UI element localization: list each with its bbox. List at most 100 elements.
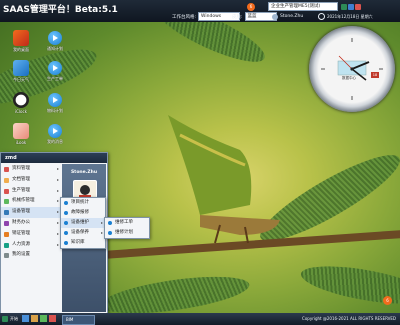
desktop-icon-material-plan[interactable]: 物料计划 xyxy=(40,92,70,114)
alarm-clock-icon xyxy=(13,92,29,108)
menu-item-label: 机械作管理 xyxy=(12,198,35,204)
menu-item-sales-management[interactable]: 销证管理 ▸ xyxy=(1,229,61,240)
desktop-icon-work-order[interactable]: 生产工单 xyxy=(40,60,70,82)
bullet-icon xyxy=(108,231,112,235)
theme-group: 皮肤: 蓝蓝 xyxy=(232,12,277,21)
wallpaper-insect xyxy=(168,115,280,244)
submenu-item-equipment-upkeep[interactable]: 设备保养 ▸ xyxy=(61,228,105,238)
start-menu-user: zmd xyxy=(1,153,107,163)
taskbar-window-label: BIM xyxy=(66,317,74,322)
sales-icon xyxy=(4,231,9,237)
bullet-icon xyxy=(108,221,112,225)
menu-item-my-settings[interactable]: 我的设置 xyxy=(1,250,61,261)
bullet-icon xyxy=(64,241,68,245)
top-bar: SAAS管理平台！Beta:5.1 工作台风格: Windows 皮肤: 蓝蓝 … xyxy=(0,0,400,22)
system-select[interactable]: 企业生产管理ME5(测试) xyxy=(268,2,338,11)
menu-item-label: 资料管理 xyxy=(12,166,30,171)
theme-label: 皮肤: xyxy=(232,14,243,20)
play-circle-icon xyxy=(48,124,62,138)
submenu-item-label: 知识库 xyxy=(71,240,85,245)
bullet-icon xyxy=(64,231,68,235)
menu-item-data-management[interactable]: 资料管理 ▸ xyxy=(1,164,61,175)
notification-badge-icon[interactable]: 6 xyxy=(383,296,392,305)
alert-badge-icon[interactable]: 6 xyxy=(247,2,255,11)
chevron-right-icon: ▸ xyxy=(56,230,59,236)
quick-launch-icon[interactable] xyxy=(31,315,38,322)
menu-item-label: 生产管理 xyxy=(12,187,30,193)
maximize-icon[interactable] xyxy=(348,3,354,10)
chevron-right-icon: ▸ xyxy=(56,187,59,193)
desktop-icon-my-desktop[interactable]: 我的桌面 xyxy=(6,30,36,53)
quick-launch xyxy=(22,315,56,323)
desktop-house-icon xyxy=(13,30,29,46)
desktop-icon-label: 物料计划 xyxy=(47,108,63,113)
start-button[interactable]: 开始 xyxy=(2,315,18,323)
user-name[interactable]: Stone.Zhu xyxy=(280,14,303,19)
maintenance-submenu: 维修工单 维修计划 xyxy=(104,217,150,239)
menu-item-human-resources[interactable]: 人力资源 ▸ xyxy=(1,240,61,251)
desktop-icon-weather[interactable]: 今日天气 xyxy=(6,60,36,83)
finance-icon xyxy=(4,220,9,226)
desktop-icon-label: iClock xyxy=(15,109,27,114)
badge-group: 6 xyxy=(247,2,255,11)
submenu-item-label: 设备维护 xyxy=(71,220,89,225)
desktop-icon-label: 我的桌面 xyxy=(13,47,29,52)
submenu-item-label: 维修工单 xyxy=(115,220,133,225)
play-circle-icon xyxy=(48,61,62,75)
system-select-group: 企业生产管理ME5(测试) xyxy=(268,2,338,11)
equipment-submenu: 项目统计 故障报修 设备维护 ▸ 设备保养 ▸ 知识库 xyxy=(60,197,106,249)
submenu-item-equipment-maintenance[interactable]: 设备维护 ▸ xyxy=(61,218,105,228)
user-info: Stone.Zhu xyxy=(272,12,303,21)
desktop-icon-label: iLook xyxy=(15,140,27,145)
chevron-right-icon: ▸ xyxy=(56,241,59,247)
quick-launch-icon[interactable] xyxy=(49,315,56,322)
play-circle-icon xyxy=(48,93,62,107)
submenu-item-repair-order[interactable]: 维修工单 xyxy=(105,218,149,228)
menu-item-equipment-management[interactable]: 设备管理 ▸ xyxy=(1,207,61,218)
desktop-icon-iclock[interactable]: iClock xyxy=(6,92,36,114)
desktop-icon-label: 通知计划 xyxy=(47,46,63,51)
datetime-text: 2021年12月18日 星期六 xyxy=(327,13,373,19)
app-title: SAAS管理平台！Beta:5.1 xyxy=(3,5,118,15)
submenu-item-knowledge-base[interactable]: 知识库 xyxy=(61,238,105,248)
submenu-item-repair-plan[interactable]: 维修计划 xyxy=(105,228,149,238)
menu-item-document-management[interactable]: 文档管理 ▸ xyxy=(1,175,61,186)
desktop-icon-label: 生产工单 xyxy=(47,76,63,81)
desktop-icon-notice-plan[interactable]: 通知计划 xyxy=(40,30,70,52)
desktop-icon-label: 今日天气 xyxy=(13,77,29,82)
chevron-right-icon: ▸ xyxy=(100,220,103,225)
menu-item-finance-office[interactable]: 财务办公 ▸ xyxy=(1,218,61,229)
taskbar: 开始 BIM Copyright @2016-2021 ALL RIGHTS R… xyxy=(0,313,400,325)
gear-icon xyxy=(4,253,9,259)
user-avatar-icon xyxy=(272,13,278,20)
clock-brand: 数据中心 xyxy=(342,76,356,80)
chevron-right-icon: ▸ xyxy=(100,230,103,235)
play-circle-icon xyxy=(48,31,62,45)
desktop-icon-ilook[interactable]: iLook xyxy=(6,123,36,145)
chevron-right-icon: ▸ xyxy=(56,209,59,215)
start-button-label: 开始 xyxy=(10,316,18,321)
menu-item-label: 设备管理 xyxy=(12,209,30,215)
submenu-item-fault-report[interactable]: 故障报修 xyxy=(61,208,105,218)
taskbar-window-bim[interactable]: BIM xyxy=(62,315,95,325)
bullet-icon xyxy=(64,201,68,205)
window-controls xyxy=(340,2,361,11)
close-icon[interactable] xyxy=(355,3,361,10)
quick-launch-icon[interactable] xyxy=(22,315,29,322)
desktop-icon-my-messages[interactable]: 我的消息 xyxy=(40,123,70,145)
analog-clock-widget[interactable]: 数据中心 18 xyxy=(309,26,395,112)
submenu-item-label: 设备保养 xyxy=(71,230,89,235)
menu-item-production-management[interactable]: 生产管理 ▸ xyxy=(1,186,61,197)
production-icon xyxy=(4,188,9,194)
menu-item-machine-management[interactable]: 机械作管理 ▸ xyxy=(1,196,61,207)
submenu-item-project-stats[interactable]: 项目统计 xyxy=(61,198,105,208)
workspace-style-group: 工作台风格: Windows xyxy=(172,12,241,21)
quick-launch-icon[interactable] xyxy=(40,315,47,322)
menu-item-label: 销证管理 xyxy=(12,230,30,236)
submenu-item-label: 项目统计 xyxy=(71,200,89,205)
clock-icon xyxy=(318,13,325,20)
pig-icon xyxy=(13,123,29,139)
minimize-icon[interactable] xyxy=(341,3,347,10)
start-menu-list: 资料管理 ▸ 文档管理 ▸ 生产管理 ▸ 机械作管理 ▸ 设备管理 ▸ 财务办公 ▸ 销证管… xyxy=(1,164,61,261)
clock-day: 18 xyxy=(371,72,379,78)
